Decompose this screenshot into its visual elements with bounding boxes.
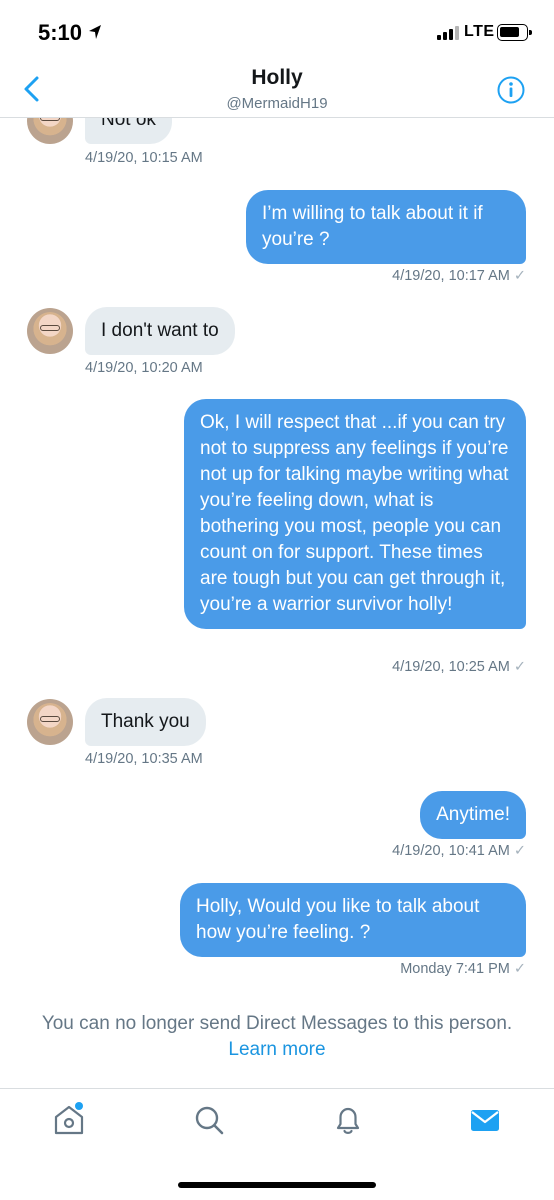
message-bubble-incoming[interactable]: Not ok	[85, 118, 172, 144]
sent-check-icon: ✓	[513, 961, 526, 977]
message-timestamp: Monday 7:41 PM ✓	[400, 961, 526, 977]
message-timestamp: 4/19/20, 10:20 AM	[85, 360, 203, 376]
message-timestamp: 4/19/20, 10:35 AM	[85, 751, 203, 767]
message-bubble-outgoing[interactable]: I’m willing to talk about it if you’re ?	[246, 190, 526, 264]
network-type: LTE	[464, 23, 495, 40]
avatar[interactable]	[27, 308, 73, 354]
message-bubble-outgoing[interactable]: Anytime!	[420, 791, 526, 839]
sent-check-icon: ✓	[513, 843, 526, 859]
contact-handle: @MermaidH19	[226, 95, 328, 112]
message-timestamp: 4/19/20, 10:15 AM	[85, 150, 203, 166]
location-arrow-icon	[89, 25, 101, 39]
conversation-header: Holly @MermaidH19	[0, 62, 554, 118]
notifications-bell-icon[interactable]	[331, 1103, 365, 1137]
status-time: 5:10	[38, 20, 83, 45]
sent-check-icon: ✓	[513, 659, 526, 675]
search-icon[interactable]	[192, 1103, 226, 1137]
learn-more-link[interactable]: Learn more	[0, 1039, 554, 1061]
avatar[interactable]	[27, 699, 73, 745]
sent-check-icon: ✓	[513, 268, 526, 284]
status-bar: 5:10 LTE	[0, 0, 554, 62]
cellular-signal-icon	[437, 26, 461, 40]
home-notification-dot	[75, 1102, 83, 1110]
message-bubble-outgoing[interactable]: Holly, Would you like to talk about how …	[180, 883, 526, 957]
message-timestamp: 4/19/20, 10:41 AM ✓	[392, 843, 526, 859]
message-timestamp: 4/19/20, 10:25 AM ✓	[392, 659, 526, 675]
message-timestamp: 4/19/20, 10:17 AM ✓	[392, 268, 526, 284]
message-bubble-incoming[interactable]: I don't want to	[85, 307, 235, 355]
dm-disabled-notice: You can no longer send Direct Messages t…	[41, 1013, 513, 1034]
contact-name: Holly	[251, 66, 303, 89]
home-indicator	[178, 1182, 376, 1188]
messages-envelope-icon[interactable]	[468, 1103, 502, 1137]
message-thread[interactable]: Not ok 4/19/20, 10:15 AM I’m willing to …	[0, 118, 554, 988]
info-icon[interactable]	[496, 75, 526, 105]
battery-icon	[497, 24, 532, 41]
avatar[interactable]	[27, 118, 73, 144]
message-bubble-incoming[interactable]: Thank you	[85, 698, 206, 746]
message-bubble-outgoing[interactable]: Ok, I will respect that ...if you can tr…	[184, 399, 526, 629]
